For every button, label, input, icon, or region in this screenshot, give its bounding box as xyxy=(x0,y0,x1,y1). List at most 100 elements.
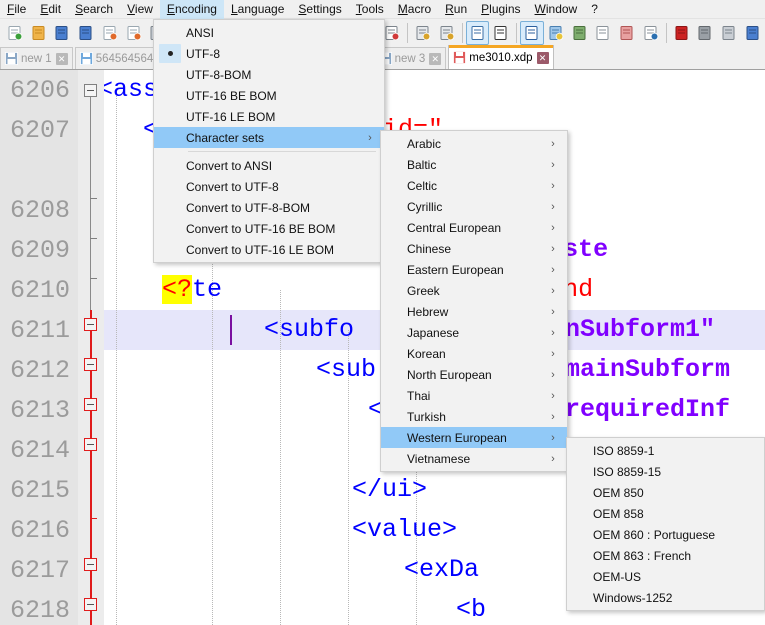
western-european-submenu[interactable]: ISO 8859-1 ISO 8859-15 OEM 850 OEM 858 OEM 8… xyxy=(566,437,765,611)
menubar-item-edit[interactable]: Edit xyxy=(33,0,68,19)
menubar-item-encoding[interactable]: Encoding xyxy=(159,0,224,19)
menubar-item-window[interactable]: Window xyxy=(528,0,585,19)
stop-macro-icon[interactable] xyxy=(694,21,718,45)
monitoring-icon[interactable] xyxy=(639,21,663,45)
close-all-icon[interactable] xyxy=(122,21,146,45)
indent-guide-icon[interactable] xyxy=(520,20,545,45)
menu-item-baltic[interactable]: Baltic › xyxy=(381,154,567,175)
menu-item-gutter xyxy=(381,322,407,343)
function-list-icon[interactable] xyxy=(592,21,616,45)
menu-item-eastern-european[interactable]: Eastern European › xyxy=(381,259,567,280)
menu-item-thai[interactable]: Thai › xyxy=(381,385,567,406)
line-number: 6209 xyxy=(9,236,70,265)
menu-item-vietnamese[interactable]: Vietnamese › xyxy=(381,448,567,469)
menu-item-convert-to-utf-8[interactable]: Convert to UTF-8 xyxy=(154,176,384,197)
word-wrap-icon[interactable] xyxy=(465,20,490,45)
menu-item-iso-8859-1[interactable]: ISO 8859-1 xyxy=(567,440,764,461)
menu-item-convert-to-ansi[interactable]: Convert to ANSI xyxy=(154,155,384,176)
close-icon[interactable]: ✕ xyxy=(55,52,68,65)
line-number: 6218 xyxy=(9,596,70,625)
menu-item-gutter xyxy=(154,155,186,176)
menubar-item-language[interactable]: Language xyxy=(224,0,291,19)
document-tab[interactable]: me3010.xdp ✕ xyxy=(448,45,554,69)
menubar-item-search[interactable]: Search xyxy=(68,0,120,19)
menu-item-label: OEM-US xyxy=(593,569,641,584)
fold-toggle[interactable] xyxy=(84,318,97,331)
menubar-item-plugins[interactable]: Plugins xyxy=(474,0,527,19)
menu-item-central-european[interactable]: Central European › xyxy=(381,217,567,238)
menu-item-oem-us[interactable]: OEM-US xyxy=(567,566,764,587)
menu-item-western-european[interactable]: Western European › xyxy=(381,427,567,448)
fold-toggle[interactable] xyxy=(84,398,97,411)
menu-item-iso-8859-15[interactable]: ISO 8859-15 xyxy=(567,461,764,482)
menu-item-gutter xyxy=(381,301,407,322)
fold-toggle[interactable] xyxy=(84,598,97,611)
menu-item-convert-to-utf-16-be-bom[interactable]: Convert to UTF-16 BE BOM xyxy=(154,218,384,239)
document-tab[interactable]: new 1 ✕ xyxy=(0,47,73,69)
menu-item-label: Convert to UTF-16 LE BOM xyxy=(186,242,335,257)
menu-item-label: Convert to UTF-16 BE BOM xyxy=(186,221,336,236)
fold-toggle[interactable] xyxy=(84,358,97,371)
character-sets-submenu[interactable]: Arabic › Baltic › Celtic › Cyrillic › Central Eu… xyxy=(380,130,568,472)
menu-item-gutter xyxy=(154,239,186,260)
menu-item-korean[interactable]: Korean › xyxy=(381,343,567,364)
menu-item-chinese[interactable]: Chinese › xyxy=(381,238,567,259)
fold-toggle[interactable] xyxy=(84,558,97,571)
menubar-item--[interactable]: ? xyxy=(584,0,605,19)
menu-item-ansi[interactable]: ANSI xyxy=(154,22,384,43)
menubar-item-macro[interactable]: Macro xyxy=(391,0,438,19)
menu-item-label: Hebrew xyxy=(407,304,449,319)
menu-item-utf-16-le-bom[interactable]: UTF-16 LE BOM xyxy=(154,106,384,127)
close-icon[interactable]: ✕ xyxy=(536,51,549,64)
run-macro-multiple-icon[interactable] xyxy=(741,21,765,45)
folder-as-workspace-icon[interactable] xyxy=(615,21,639,45)
show-all-chars-icon[interactable] xyxy=(489,21,513,45)
menu-item-gutter xyxy=(154,85,186,106)
menu-item-utf-16-be-bom[interactable]: UTF-16 BE BOM xyxy=(154,85,384,106)
menu-item-windows-1252[interactable]: Windows-1252 xyxy=(567,587,764,608)
menu-item-cyrillic[interactable]: Cyrillic › xyxy=(381,196,567,217)
sync-vertical-icon[interactable] xyxy=(411,21,435,45)
menu-item-greek[interactable]: Greek › xyxy=(381,280,567,301)
menu-item-arabic[interactable]: Arabic › xyxy=(381,133,567,154)
menubar-item-tools[interactable]: Tools xyxy=(349,0,391,19)
menu-item-character-sets[interactable]: Character sets › xyxy=(154,127,384,148)
menu-item-oem-860-portuguese[interactable]: OEM 860 : Portuguese xyxy=(567,524,764,545)
menu-item-convert-to-utf-8-bom[interactable]: Convert to UTF-8-BOM xyxy=(154,197,384,218)
save-icon[interactable] xyxy=(51,21,75,45)
code-line: <value> xyxy=(352,515,458,544)
chevron-right-icon: › xyxy=(551,263,555,276)
menubar-item-file[interactable]: File xyxy=(0,0,33,19)
fold-toggle[interactable] xyxy=(84,84,97,97)
code-line: inSubform1" xyxy=(550,315,716,344)
menu-item-oem-863-french[interactable]: OEM 863 : French xyxy=(567,545,764,566)
menu-item-oem-850[interactable]: OEM 850 xyxy=(567,482,764,503)
fold-toggle[interactable] xyxy=(84,438,97,451)
menu-item-utf-8[interactable]: UTF-8 xyxy=(154,43,384,64)
menu-item-hebrew[interactable]: Hebrew › xyxy=(381,301,567,322)
text-caret xyxy=(230,315,232,345)
menu-item-turkish[interactable]: Turkish › xyxy=(381,406,567,427)
sync-horizontal-icon[interactable] xyxy=(435,21,459,45)
menu-item-utf-8-bom[interactable]: UTF-8-BOM xyxy=(154,64,384,85)
menu-item-celtic[interactable]: Celtic › xyxy=(381,175,567,196)
menu-item-label: Celtic xyxy=(407,178,438,193)
record-macro-icon[interactable] xyxy=(670,21,694,45)
document-map-icon[interactable] xyxy=(568,21,592,45)
menu-item-convert-to-utf-16-le-bom[interactable]: Convert to UTF-16 LE BOM xyxy=(154,239,384,260)
menu-item-japanese[interactable]: Japanese › xyxy=(381,322,567,343)
open-file-icon[interactable] xyxy=(27,21,51,45)
playback-macro-icon[interactable] xyxy=(717,21,741,45)
new-file-icon[interactable] xyxy=(3,21,27,45)
user-defined-dialog-icon[interactable] xyxy=(544,21,568,45)
save-all-icon[interactable] xyxy=(74,21,98,45)
menubar-item-settings[interactable]: Settings xyxy=(291,0,348,19)
close-icon[interactable]: ✕ xyxy=(429,52,442,65)
menu-item-north-european[interactable]: North European › xyxy=(381,364,567,385)
code-folding-margin[interactable] xyxy=(78,70,104,625)
menubar-item-view[interactable]: View xyxy=(120,0,160,19)
encoding-menu[interactable]: ANSI UTF-8 UTF-8-BOM UTF-16 BE BOM UTF-16 LE… xyxy=(153,19,385,263)
menu-item-oem-858[interactable]: OEM 858 xyxy=(567,503,764,524)
close-file-icon[interactable] xyxy=(98,21,122,45)
menubar-item-run[interactable]: Run xyxy=(438,0,474,19)
